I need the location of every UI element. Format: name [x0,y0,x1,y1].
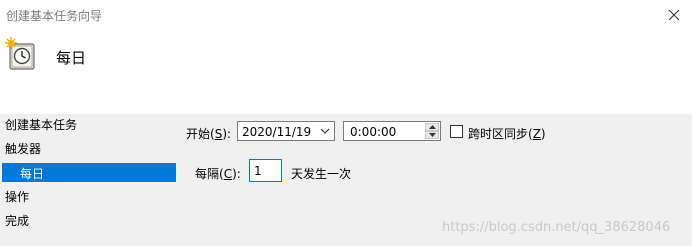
nav-item-label: 创建基本任务 [5,118,78,132]
wizard-nav: 创建基本任务 触发器 每日 操作 完成 [0,114,178,246]
nav-item-label: 操作 [5,190,30,204]
start-time-input[interactable]: 0:00:00 [343,121,441,141]
start-date-picker[interactable]: 2020/11/19 [237,121,335,141]
start-time-value: 0:00:00 [350,125,397,139]
nav-item-action[interactable]: 操作 [5,188,29,205]
time-spinner [425,123,439,139]
nav-item-daily[interactable]: 每日 [2,163,176,182]
wizard-header: 每日 [0,30,692,114]
recur-label: 每隔(C): [195,167,241,181]
title-bar: 创建基本任务向导 [0,0,692,30]
recur-days-input[interactable]: 1 [249,159,282,182]
close-icon [668,9,680,21]
caret-down-icon [428,133,436,137]
spin-up-button[interactable] [425,123,439,131]
page-title: 每日 [56,49,87,67]
start-label: 开始(S): [186,127,232,141]
chevron-down-icon [320,128,330,134]
window-title: 创建基本任务向导 [6,9,103,23]
caret-up-icon [428,125,436,129]
watermark: https://blog.csdn.net/qq_38628046 [442,220,671,235]
recur-unit-label: 天发生一次 [291,167,352,181]
sync-timezone-label: 跨时区同步(Z) [468,127,546,141]
wizard-body: 创建基本任务 触发器 每日 操作 完成 开始(S): 2020/11/19 0:… [0,114,692,246]
nav-item-create-basic-task[interactable]: 创建基本任务 [5,116,77,133]
spin-down-button[interactable] [425,131,439,139]
recur-days-value: 1 [254,164,262,178]
nav-item-trigger[interactable]: 触发器 [5,140,41,157]
nav-item-finish[interactable]: 完成 [5,212,29,229]
nav-item-label: 每日 [20,167,45,181]
nav-item-label: 触发器 [5,142,42,156]
start-date-value: 2020/11/19 [242,125,312,139]
nav-item-label: 完成 [5,214,30,228]
close-button[interactable] [656,0,692,30]
clock-icon [5,37,35,70]
sync-timezone-checkbox[interactable] [450,125,463,138]
